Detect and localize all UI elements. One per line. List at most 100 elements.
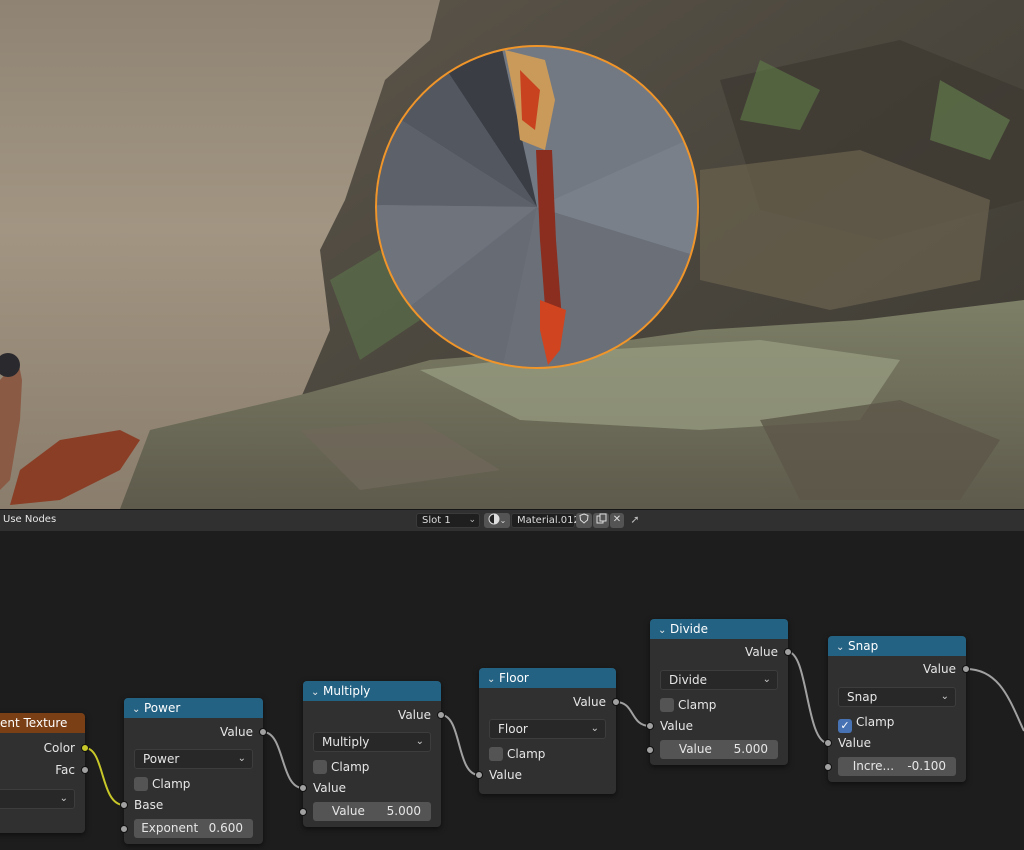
clamp-checkbox[interactable]: Clamp	[660, 696, 716, 714]
node-title: ⌄ Multiply	[303, 681, 441, 701]
exponent-field[interactable]: Exponent 0.600	[120, 819, 253, 838]
checkbox-box[interactable]	[660, 698, 674, 712]
operation-label: Snap	[847, 690, 878, 704]
operation-dropdown[interactable]: Multiply ⌄	[313, 732, 431, 752]
collapse-chevron-icon[interactable]: ⌄	[487, 670, 499, 690]
output-value: Value	[303, 706, 445, 724]
value-input-socket[interactable]	[475, 771, 483, 779]
operation-dropdown[interactable]: Snap ⌄	[838, 687, 956, 707]
character-figure	[0, 360, 22, 490]
collapse-chevron-icon[interactable]: ⌄	[311, 683, 323, 703]
viewport-scene	[0, 0, 1024, 509]
node-title-text: Divide	[670, 622, 709, 636]
operation-dropdown[interactable]: Divide ⌄	[660, 670, 778, 690]
node-divide[interactable]: ⌄ Divide Value Divide ⌄ Clamp Value Value…	[646, 619, 792, 765]
value-output-socket[interactable]	[437, 711, 445, 719]
fake-user-button[interactable]	[576, 513, 592, 528]
field-label: Incre...	[852, 759, 895, 773]
value-input-socket[interactable]	[824, 739, 832, 747]
shield-icon	[579, 513, 589, 524]
material-browse-button[interactable]: ⌄	[484, 513, 510, 528]
3d-viewport[interactable]	[0, 0, 1024, 509]
value-output-socket[interactable]	[784, 648, 792, 656]
color-output-socket[interactable]	[81, 744, 89, 752]
checkbox-box[interactable]	[134, 777, 148, 791]
input-value: Value	[646, 717, 788, 735]
chevron-down-icon: ⌄	[762, 674, 771, 685]
clamp-checkbox[interactable]: Clamp	[134, 775, 190, 793]
value-field[interactable]: Value 5.000	[646, 740, 778, 759]
node-gradient-texture[interactable]: ent Texture Color Fac ⌄	[0, 713, 89, 833]
output-value: Value	[650, 643, 792, 661]
value-output-socket[interactable]	[259, 728, 267, 736]
output-value: Value	[828, 660, 970, 678]
collapse-chevron-icon[interactable]: ⌄	[836, 638, 848, 658]
node-floor[interactable]: ⌄ Floor Value Floor ⌄ Clamp Value	[475, 668, 620, 794]
input-value: Value	[299, 779, 441, 797]
increment-input-socket[interactable]	[824, 763, 832, 771]
operation-dropdown[interactable]: Power ⌄	[134, 749, 253, 769]
output-color: Color	[0, 739, 89, 757]
checkmark-icon[interactable]: ✓	[838, 719, 852, 733]
node-editor-canvas[interactable]: ent Texture Color Fac ⌄ ⌄ Power Value Pow…	[0, 531, 1024, 850]
value-input-socket[interactable]	[646, 722, 654, 730]
value-field[interactable]: Value 5.000	[299, 802, 431, 821]
material-name-field[interactable]: Material.012	[511, 513, 580, 528]
value-2-input-socket[interactable]	[299, 808, 307, 816]
node-title-text: Snap	[848, 639, 879, 653]
output-label: Value	[398, 708, 431, 722]
chevron-down-icon: ⌄	[590, 723, 599, 734]
field-value: 5.000	[386, 804, 421, 818]
duplicate-icon	[596, 513, 606, 524]
link-floor-to-divide	[615, 701, 651, 727]
chevron-down-icon: ⌄	[415, 736, 424, 747]
link-divide-to-snap	[787, 651, 829, 744]
link-multiply-to-floor	[440, 714, 480, 776]
clamp-checkbox[interactable]: Clamp	[313, 758, 369, 776]
input-label: Value	[660, 719, 693, 733]
checkbox-box[interactable]	[489, 747, 503, 761]
input-label: Base	[134, 798, 164, 812]
node-power[interactable]: ⌄ Power Value Power ⌄ Clamp Base Exponent…	[120, 698, 267, 844]
unlink-material-button[interactable]: ✕	[610, 513, 624, 528]
node-snap[interactable]: ⌄ Snap Value Snap ⌄ ✓ Clamp Value Incre...…	[824, 636, 970, 782]
link-snap-out	[965, 668, 1024, 732]
node-multiply[interactable]: ⌄ Multiply Value Multiply ⌄ Clamp Value V…	[299, 681, 445, 827]
output-label: Color	[43, 741, 75, 755]
pin-button[interactable]: ➚	[628, 513, 642, 528]
value-output-socket[interactable]	[962, 665, 970, 673]
value-2-input-socket[interactable]	[646, 746, 654, 754]
exponent-input-socket[interactable]	[120, 825, 128, 833]
increment-field[interactable]: Incre... -0.100	[824, 757, 956, 776]
fac-output-socket[interactable]	[81, 766, 89, 774]
operation-dropdown[interactable]: Floor ⌄	[489, 719, 606, 739]
checkbox-box[interactable]	[313, 760, 327, 774]
slot-selector[interactable]: Slot 1 ⌄	[416, 513, 480, 528]
output-value: Value	[124, 723, 267, 741]
node-title-text: ent Texture	[0, 716, 68, 730]
clamp-checkbox[interactable]: Clamp	[489, 745, 545, 763]
input-base: Base	[120, 796, 263, 814]
collapse-chevron-icon[interactable]: ⌄	[132, 700, 144, 720]
node-title-text: Multiply	[323, 684, 371, 698]
collapse-chevron-icon[interactable]: ⌄	[658, 621, 670, 641]
duplicate-material-button[interactable]	[593, 513, 609, 528]
clamp-label: Clamp	[678, 698, 717, 712]
gradient-type-dropdown[interactable]: ⌄	[0, 789, 75, 809]
field-label: Exponent	[141, 821, 199, 835]
field-label: Value	[678, 742, 712, 756]
node-title: ⌄ Power	[124, 698, 263, 718]
operation-label: Floor	[498, 722, 528, 736]
use-nodes-label[interactable]: Use Nodes	[3, 514, 56, 525]
field-value: -0.100	[907, 759, 946, 773]
chevron-down-icon: ⌄	[59, 793, 68, 804]
value-output-socket[interactable]	[612, 698, 620, 706]
link-power-to-multiply	[262, 731, 304, 789]
output-label: Value	[923, 662, 956, 676]
value-input-socket[interactable]	[299, 784, 307, 792]
slot-label: Slot 1	[422, 515, 451, 526]
base-input-socket[interactable]	[120, 801, 128, 809]
input-value: Value	[475, 766, 616, 784]
output-label: Fac	[55, 763, 75, 777]
clamp-checkbox[interactable]: ✓ Clamp	[838, 713, 894, 733]
